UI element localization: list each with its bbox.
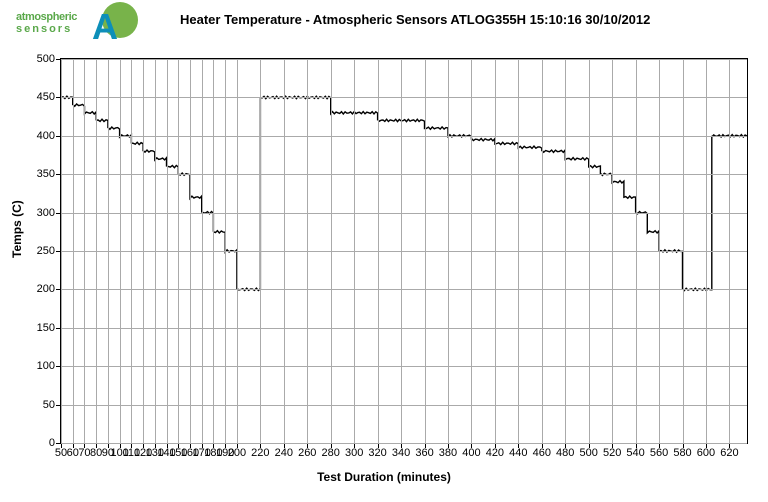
- logo-letter: A: [92, 6, 118, 48]
- logo-word-2: sensors: [16, 24, 90, 35]
- x-tick-label: 320: [368, 443, 386, 459]
- grid-h: [61, 97, 747, 98]
- y-tick-label: 200: [37, 283, 61, 295]
- x-tick-label: 220: [251, 443, 269, 459]
- y-tick-label: 50: [43, 399, 61, 411]
- logo-mark: A: [88, 2, 138, 46]
- x-tick-label: 240: [275, 443, 293, 459]
- y-tick-label: 350: [37, 168, 61, 180]
- grid-h: [61, 443, 747, 444]
- grid-h: [61, 174, 747, 175]
- x-tick-label: 480: [556, 443, 574, 459]
- x-tick-label: 420: [486, 443, 504, 459]
- x-tick-label: 520: [603, 443, 621, 459]
- x-tick-label: 540: [626, 443, 644, 459]
- x-tick-label: 60: [67, 443, 79, 459]
- chart-area: Temps (C) 506070809010011012013014015016…: [0, 48, 768, 488]
- grid-h: [61, 251, 747, 252]
- x-tick-label: 580: [673, 443, 691, 459]
- y-axis-label: Temps (C): [10, 200, 24, 258]
- x-tick-label: 300: [345, 443, 363, 459]
- x-tick-label: 260: [298, 443, 316, 459]
- y-tick-label: 400: [37, 130, 61, 142]
- y-tick-label: 500: [37, 53, 61, 65]
- grid-h: [61, 366, 747, 367]
- logo-word-1: atmospheric: [16, 12, 90, 23]
- grid-h: [61, 289, 747, 290]
- x-tick-label: 280: [322, 443, 340, 459]
- x-tick-label: 500: [580, 443, 598, 459]
- x-tick-label: 440: [509, 443, 527, 459]
- x-tick-label: 560: [650, 443, 668, 459]
- x-tick-label: 200: [228, 443, 246, 459]
- y-tick-label: 450: [37, 91, 61, 103]
- grid-h: [61, 59, 747, 60]
- grid-h: [61, 136, 747, 137]
- temperature-series: [61, 96, 747, 290]
- x-tick-label: 340: [392, 443, 410, 459]
- y-tick-label: 0: [49, 437, 61, 449]
- grid-h: [61, 405, 747, 406]
- x-tick-label: 360: [415, 443, 433, 459]
- grid-h: [61, 328, 747, 329]
- x-tick-label: 460: [533, 443, 551, 459]
- brand-logo: atmospheric sensors A: [16, 2, 136, 48]
- chart-title: Heater Temperature - Atmospheric Sensors…: [180, 12, 650, 27]
- grid-h: [61, 213, 747, 214]
- y-tick-label: 300: [37, 207, 61, 219]
- y-tick-label: 100: [37, 360, 61, 372]
- x-axis-label: Test Duration (minutes): [0, 470, 768, 484]
- x-tick-label: 80: [90, 443, 102, 459]
- y-tick-label: 250: [37, 245, 61, 257]
- plot-region: 5060708090100110120130140150160170180190…: [60, 58, 748, 444]
- x-tick-label: 620: [720, 443, 738, 459]
- x-tick-label: 380: [439, 443, 457, 459]
- y-tick-label: 150: [37, 322, 61, 334]
- x-tick-label: 400: [462, 443, 480, 459]
- x-tick-label: 70: [78, 443, 90, 459]
- x-tick-label: 600: [697, 443, 715, 459]
